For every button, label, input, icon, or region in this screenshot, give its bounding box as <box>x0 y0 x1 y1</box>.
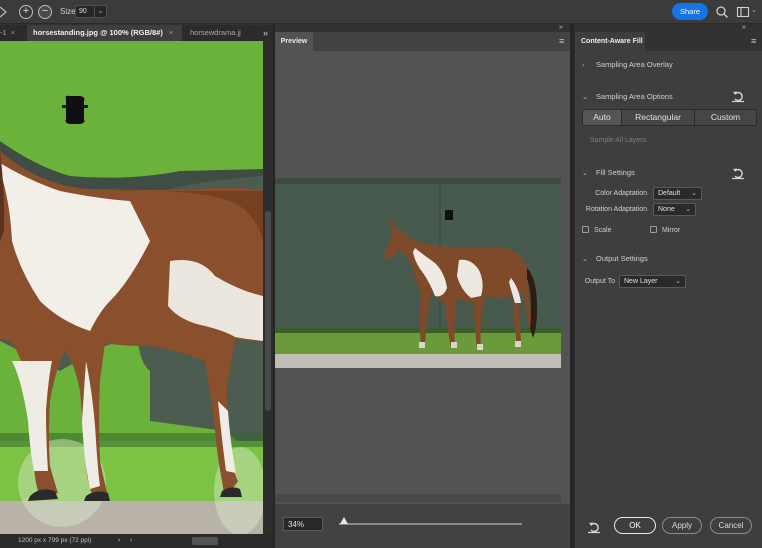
checkbox-box <box>650 226 657 233</box>
section-sampling-options[interactable]: ⌄ Sampling Area Options <box>582 92 673 101</box>
size-input[interactable]: 90 <box>75 5 95 18</box>
section-label: Output Settings <box>596 254 648 263</box>
doc-tab-label: horsewdrama.jj <box>190 28 241 37</box>
checkbox-box <box>582 226 589 233</box>
preview-header: Preview ≡ <box>275 32 570 51</box>
mirror-checkbox[interactable]: Mirror <box>650 226 680 234</box>
scroll-left-icon[interactable]: ‹ <box>130 534 132 548</box>
dropdown-value: New Layer <box>624 278 658 285</box>
chevron-down-icon: ⌄ <box>685 206 691 213</box>
panel-header: Content-Aware Fill ≡ <box>575 32 762 51</box>
tab-preview[interactable]: Preview <box>275 32 313 51</box>
section-fill-settings[interactable]: ⌄ Fill Settings <box>582 168 635 177</box>
section-label: Sampling Area Overlay <box>596 60 673 69</box>
section-output-settings[interactable]: ⌄ Output Settings <box>582 254 648 263</box>
checkbox-label: Mirror <box>662 227 681 234</box>
scrollbar-thumb[interactable] <box>265 211 271 411</box>
chevron-down-icon: ⌄ <box>582 256 588 263</box>
preview-image <box>275 178 561 368</box>
apply-button[interactable]: Apply <box>662 517 702 534</box>
document-canvas[interactable] <box>0 41 263 534</box>
output-to-label: Output To <box>584 278 615 285</box>
document-info: 1200 px x 799 px (72 ppi) <box>18 537 92 544</box>
chevron-right-icon: › <box>582 62 585 69</box>
close-icon[interactable]: × <box>11 28 15 37</box>
section-label: Sampling Area Options <box>596 92 673 101</box>
panel-menu-icon[interactable]: ≡ <box>751 36 756 46</box>
preview-horizontal-scrollbar[interactable] <box>275 494 561 502</box>
collapse-panel-icon[interactable]: » <box>742 24 746 31</box>
zoom-slider-thumb[interactable] <box>340 517 349 524</box>
checkbox-label: Sample All Layers <box>590 137 647 144</box>
workspace-chevron-icon[interactable]: ⌄ <box>751 6 757 14</box>
document-tabs: -1 × horsestanding.jpg @ 100% (RGB/8#) × h… <box>0 25 273 41</box>
status-menu-icon[interactable]: › <box>118 534 120 548</box>
brush-add-icon[interactable]: + <box>19 5 33 19</box>
close-icon[interactable]: × <box>169 28 173 37</box>
preview-panel: Preview ≡ 34% <box>275 32 570 548</box>
checkbox-box <box>582 136 585 143</box>
chevron-down-icon: ⌄ <box>675 278 681 285</box>
panel-menu-icon[interactable]: ≡ <box>559 36 564 46</box>
canvas-vertical-scrollbar[interactable] <box>263 41 273 534</box>
rotation-adaptation-label: Rotation Adaptation <box>585 206 647 213</box>
size-dropdown[interactable]: ⌄ <box>95 5 107 18</box>
collapse-panels-icon[interactable]: » <box>559 24 563 31</box>
doc-tab-label: horsestanding.jpg @ 100% (RGB/8#) <box>33 28 163 37</box>
doc-tab-horsewdrama[interactable]: horsewdrama.jj <box>184 25 262 41</box>
zoom-slider-track[interactable] <box>339 523 522 525</box>
status-bar: 1200 px x 799 px (72 ppi) › ‹ <box>0 534 273 548</box>
size-label: Size <box>60 7 76 16</box>
sampling-rectangular-button[interactable]: Rectangular <box>622 110 695 125</box>
zoom-input[interactable]: 34% <box>283 517 323 531</box>
section-label: Fill Settings <box>596 168 635 177</box>
checkbox-label: Scale <box>594 227 612 234</box>
tab-content-aware-fill[interactable]: Content-Aware Fill <box>575 32 645 51</box>
sampling-mode-segmented: Auto Rectangular Custom <box>582 109 757 126</box>
sampling-custom-button[interactable]: Custom <box>695 110 756 125</box>
reset-all-icon[interactable] <box>587 520 601 534</box>
doc-tab-1[interactable]: -1 × <box>0 25 22 41</box>
more-tabs-icon[interactable]: » <box>263 25 268 41</box>
reset-icon[interactable] <box>731 166 745 180</box>
sample-all-layers-checkbox[interactable]: Sample All Layers <box>582 136 646 144</box>
content-aware-fill-panel: Content-Aware Fill ≡ › Sampling Area Over… <box>574 32 762 548</box>
chevron-down-icon: ⌄ <box>691 190 697 197</box>
canvas-image <box>0 41 263 534</box>
color-adaptation-label: Color Adaptation <box>595 190 647 197</box>
scale-checkbox[interactable]: Scale <box>582 226 612 234</box>
dropdown-value: None <box>658 206 675 213</box>
dropdown-value: Default <box>658 190 681 197</box>
workspace-icon[interactable] <box>736 5 750 19</box>
home-icon[interactable] <box>0 4 10 20</box>
brush-subtract-icon[interactable]: − <box>38 5 52 19</box>
reset-icon[interactable] <box>731 89 745 103</box>
share-button[interactable]: Share <box>672 3 708 20</box>
sampling-auto-button[interactable]: Auto <box>583 110 622 125</box>
chevron-down-icon: ⌄ <box>582 94 588 101</box>
doc-tab-horsestanding[interactable]: horsestanding.jpg @ 100% (RGB/8#) × <box>27 25 182 41</box>
horizontal-scrollbar-thumb[interactable] <box>192 537 218 545</box>
chevron-down-icon: ⌄ <box>97 8 104 15</box>
preview-footer: 34% <box>275 504 570 548</box>
options-bar: + − Size 90 ⌄ Share ⌄ <box>0 0 762 24</box>
panel-top-strip <box>275 24 762 32</box>
ok-button[interactable]: OK <box>614 517 656 534</box>
chevron-down-icon: ⌄ <box>582 170 588 177</box>
section-sampling-overlay[interactable]: › Sampling Area Overlay <box>582 60 673 69</box>
doc-tab-label: -1 <box>0 28 7 37</box>
search-icon[interactable] <box>715 5 729 19</box>
rotation-adaptation-dropdown[interactable]: None ⌄ <box>653 203 696 216</box>
cancel-button[interactable]: Cancel <box>710 517 752 534</box>
output-to-dropdown[interactable]: New Layer ⌄ <box>619 275 686 288</box>
color-adaptation-dropdown[interactable]: Default ⌄ <box>653 187 702 200</box>
